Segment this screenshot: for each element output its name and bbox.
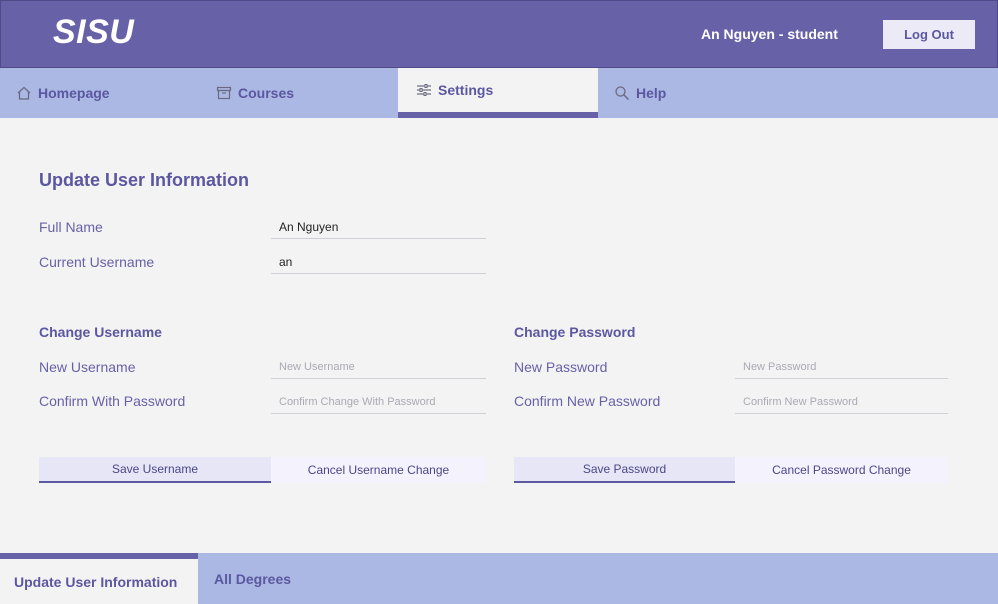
tab-courses[interactable]: Courses	[216, 68, 396, 118]
app-logo[interactable]: SISU	[53, 13, 134, 52]
full-name-label: Full Name	[39, 219, 103, 235]
change-password-heading: Change Password	[514, 324, 636, 340]
archive-icon	[216, 85, 232, 101]
tab-update-user-information[interactable]: Update User Information	[0, 553, 198, 604]
confirm-username-label: Confirm With Password	[39, 393, 186, 409]
tab-label: Settings	[438, 82, 494, 98]
change-username-heading: Change Username	[39, 324, 162, 340]
tab-label: Help	[636, 85, 667, 101]
tab-label: Homepage	[38, 85, 110, 101]
cancel-username-button[interactable]: Cancel Username Change	[271, 457, 486, 483]
confirm-username-password-input[interactable]: Confirm Change With Password	[271, 390, 486, 414]
sliders-icon	[416, 82, 432, 98]
current-username-label: Current Username	[39, 254, 155, 270]
page-title: Update User Information	[39, 170, 250, 190]
tab-settings[interactable]: Settings	[398, 68, 598, 118]
tab-help[interactable]: Help	[614, 68, 794, 118]
main-nav: Homepage Courses Settings Help	[0, 68, 998, 118]
home-icon	[16, 85, 32, 101]
new-password-input[interactable]: New Password	[735, 355, 948, 379]
tab-all-degrees[interactable]: All Degrees	[214, 553, 291, 604]
confirm-password-label: Confirm New Password	[514, 393, 661, 409]
confirm-password-input[interactable]: Confirm New Password	[735, 390, 948, 414]
bottom-tabs: Update User Information All Degrees	[0, 553, 998, 604]
search-icon	[614, 85, 630, 101]
current-user-label: An Nguyen - student	[701, 26, 838, 42]
full-name-field[interactable]: An Nguyen	[271, 215, 486, 239]
tab-label: Courses	[238, 85, 295, 101]
logout-button[interactable]: Log Out	[883, 20, 975, 49]
cancel-password-button[interactable]: Cancel Password Change	[735, 457, 948, 483]
save-username-button[interactable]: Save Username	[39, 457, 271, 483]
current-username-field[interactable]: an	[271, 250, 486, 274]
new-username-label: New Username	[39, 359, 136, 375]
save-password-button[interactable]: Save Password	[514, 457, 735, 483]
app-header: SISU An Nguyen - student Log Out	[0, 0, 998, 68]
new-password-label: New Password	[514, 359, 608, 375]
tab-homepage[interactable]: Homepage	[16, 68, 196, 118]
new-username-input[interactable]: New Username	[271, 355, 486, 379]
